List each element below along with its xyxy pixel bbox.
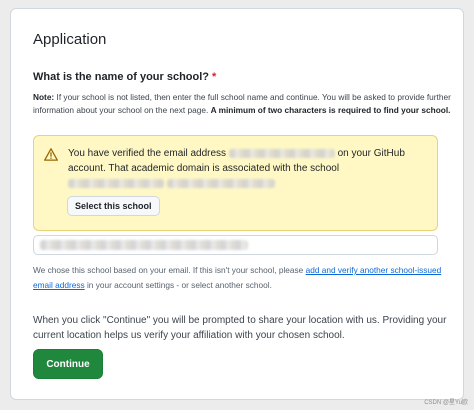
school-question: What is the name of your school? * bbox=[33, 71, 216, 83]
alert-triangle-icon bbox=[44, 148, 58, 161]
verification-message: You have verified the email address on y… bbox=[68, 146, 430, 191]
watermark: CSDN @星Yu欧 bbox=[424, 400, 468, 406]
redacted-input-value bbox=[40, 240, 248, 250]
application-card: Application What is the name of your sch… bbox=[10, 8, 464, 400]
school-name-input[interactable] bbox=[33, 235, 438, 255]
select-school-button[interactable]: Select this school bbox=[67, 196, 160, 216]
continue-button[interactable]: Continue bbox=[33, 349, 103, 379]
school-hint: We chose this school based on your email… bbox=[33, 263, 443, 293]
note-prefix: Note: bbox=[33, 92, 55, 102]
note-emphasis: A minimum of two characters is required … bbox=[210, 105, 451, 115]
hint-text-after: in your account settings - or select ano… bbox=[84, 280, 272, 290]
redacted-email bbox=[228, 148, 335, 158]
page-title: Application bbox=[33, 31, 107, 48]
question-label: What is the name of your school? bbox=[33, 71, 210, 83]
redacted-school-name bbox=[68, 178, 164, 188]
location-notice: When you click "Continue" you will be pr… bbox=[33, 315, 447, 341]
required-marker: * bbox=[212, 71, 217, 83]
note-text: Note: If your school is not listed, then… bbox=[33, 91, 451, 117]
verification-flash: You have verified the email address on y… bbox=[33, 135, 438, 231]
redacted-school-name-cont bbox=[166, 178, 275, 188]
verification-text-part1: You have verified the email address bbox=[68, 148, 229, 159]
hint-text-before: We chose this school based on your email… bbox=[33, 265, 306, 275]
